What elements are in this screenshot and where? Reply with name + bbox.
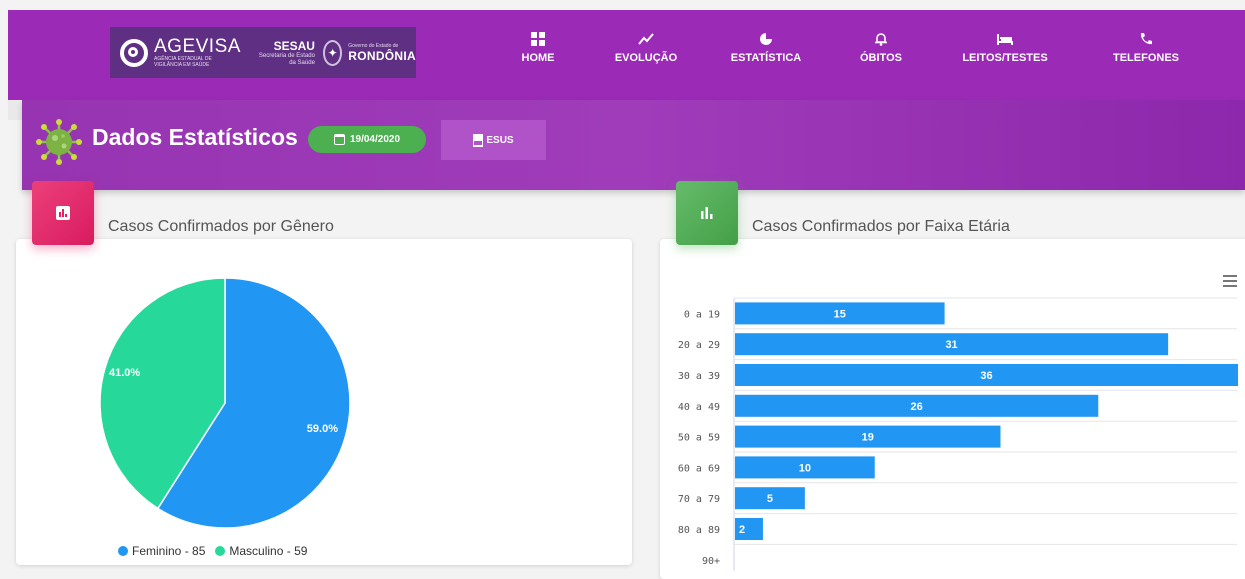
nav-evolucao[interactable]: EVOLUÇÃO [606, 32, 686, 64]
esus-label: ESUS [486, 134, 514, 146]
nav-evolucao-label: EVOLUÇÃO [614, 52, 678, 64]
bar-chart-icon [701, 207, 713, 219]
bar-value-label: 10 [799, 462, 811, 474]
agevisa-logo: AGEVISA AGÊNCIA ESTADUAL DE VIGILÂNCIA E… [120, 35, 241, 68]
bar-value-label: 15 [834, 308, 846, 320]
nav-estatistica-label: ESTATÍSTICA [730, 52, 802, 64]
menu-line [1223, 285, 1237, 287]
esus-button[interactable]: ESUS [441, 120, 546, 160]
nav-telefones[interactable]: TELEFONES [1106, 32, 1186, 64]
chart-menu-button[interactable] [1223, 275, 1237, 290]
age-card-title: Casos Confirmados por Faixa Etária [752, 218, 1010, 235]
y-tick-label: 60 a 69 [678, 463, 720, 474]
calendar-icon [333, 134, 345, 145]
sesau-subtitle: Secretaria de Estado da Saúde [258, 52, 315, 66]
nav-estatistica[interactable]: ESTATÍSTICA [720, 32, 812, 64]
agevisa-name: AGEVISA [154, 35, 241, 57]
agevisa-mark-icon [120, 38, 148, 67]
agency-logos[interactable]: AGEVISA AGÊNCIA ESTADUAL DE VIGILÂNCIA E… [110, 27, 416, 78]
gender-pie-chart: 59.0% 41.0% [99, 277, 351, 529]
sesau-name: SESAU [273, 38, 315, 53]
legend-masculino[interactable]: Masculino - 59 [229, 544, 307, 558]
state-seal-icon: ✦ [322, 39, 343, 66]
banner-gap [8, 100, 22, 120]
nav-obitos[interactable]: ÓBITOS [853, 32, 909, 64]
page-title: Dados Estatísticos [92, 124, 298, 150]
y-tick-label: 40 a 49 [678, 402, 720, 413]
state-name: RONDÔNIA [348, 48, 416, 63]
date-badge: 19/04/2020 [308, 126, 426, 153]
legend-feminino[interactable]: Feminino - 85 [132, 544, 205, 558]
y-tick-label: 0 a 19 [684, 309, 720, 320]
pie-chart-icon [720, 32, 812, 50]
page-header: Dados Estatísticos 19/04/2020 ESUS [22, 100, 1245, 190]
legend-dot-feminino [118, 546, 128, 556]
y-tick-label: 90+ [702, 556, 720, 567]
bar-value-label: 5 [767, 493, 773, 505]
gender-card-icon [32, 181, 94, 245]
menu-line [1223, 280, 1237, 282]
pie-label-masculino: 41.0% [109, 367, 140, 379]
bar-value-label: 36 [980, 370, 992, 382]
bar-chart-icon [56, 206, 70, 220]
nav-home[interactable]: HOME [513, 32, 563, 64]
gender-card-title: Casos Confirmados por Gênero [108, 218, 334, 235]
bed-icon [955, 32, 1055, 50]
nav-home-label: HOME [521, 52, 555, 64]
bar-value-label: 26 [911, 401, 923, 413]
age-card-icon [676, 181, 738, 245]
menu-line [1223, 275, 1237, 277]
pie-label-feminino: 59.0% [307, 423, 338, 435]
nav-leitos-testes[interactable]: LEITOS/TESTES [955, 32, 1055, 64]
y-tick-label: 30 a 39 [678, 371, 720, 382]
file-icon [473, 133, 484, 147]
bell-icon [853, 32, 909, 50]
sesau-logo: SESAU Secretaria de Estado da Saúde [255, 39, 315, 67]
trend-icon [606, 32, 686, 50]
bar-value-label: 2 [739, 524, 745, 536]
age-bar-chart: 0 a 19 15 20 a 29 31 30 a 39 36 40 a 49 26 50 a … [678, 297, 1238, 571]
date-text: 19/04/2020 [349, 134, 401, 145]
top-navbar: AGEVISA AGÊNCIA ESTADUAL DE VIGILÂNCIA E… [8, 10, 1245, 100]
grid-icon [513, 32, 563, 50]
rondonia-logo: Governo do Estado de RONDÔNIA [348, 43, 416, 63]
nav-telefones-label: TELEFONES [1112, 52, 1179, 64]
y-tick-label: 80 a 89 [678, 525, 720, 536]
nav-obitos-label: ÓBITOS [860, 52, 902, 64]
legend-dot-masculino [215, 546, 226, 556]
nav-leitos-label: LEITOS/TESTES [962, 52, 1048, 64]
bar-value-label: 31 [945, 339, 957, 351]
agevisa-subtitle: AGÊNCIA ESTADUAL DE VIGILÂNCIA EM SAÚDE [154, 55, 212, 68]
pie-legend: Feminino - 85 Masculino - 59 [118, 544, 307, 558]
y-tick-label: 50 a 59 [678, 433, 720, 444]
phone-icon [1106, 32, 1186, 50]
y-tick-label: 70 a 79 [678, 494, 720, 505]
virus-icon [36, 119, 82, 165]
y-tick-label: 20 a 29 [678, 340, 720, 351]
bar-value-label: 19 [862, 432, 874, 444]
